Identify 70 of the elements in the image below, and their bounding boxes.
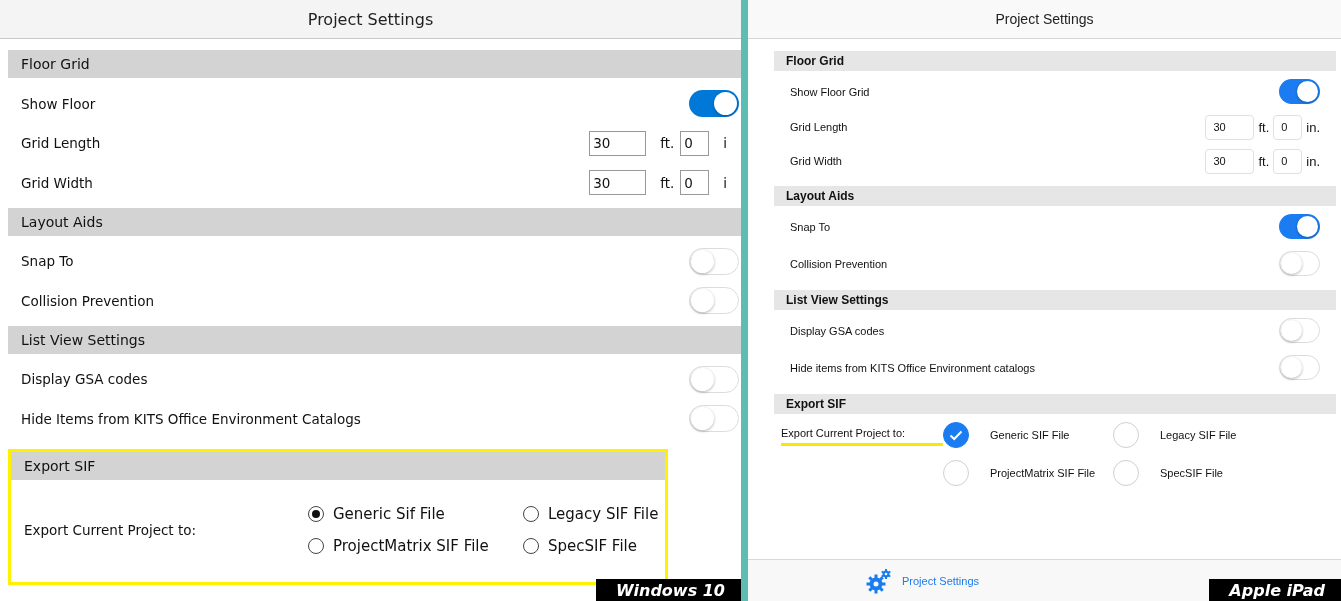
radio-option[interactable]: Legacy SIF File: [523, 505, 738, 523]
setting-label: Hide items from KITS Office Environment catalogs: [790, 361, 1035, 374]
toggle-switch[interactable]: [1279, 355, 1320, 380]
section-header: Layout Aids: [774, 186, 1336, 206]
unit-label: i: [723, 135, 727, 152]
unit-label: i: [723, 174, 727, 191]
setting-label: Grid Length: [790, 121, 848, 133]
unit-label: in.: [1306, 153, 1320, 169]
toggle-switch[interactable]: [1279, 251, 1320, 276]
setting-label: Display GSA codes: [790, 324, 885, 337]
inches-input-field[interactable]: 0: [680, 170, 710, 196]
section-header: List View Settings: [774, 290, 1336, 310]
section-header: Export SIF: [11, 451, 665, 480]
setting-label: Snap To: [790, 220, 831, 233]
toggle-switch[interactable]: [689, 287, 739, 315]
toggle-switch[interactable]: [689, 247, 739, 275]
inches-input-field[interactable]: 0: [680, 130, 710, 156]
setting-label: Show Floor: [21, 95, 96, 112]
section-header: Floor Grid: [8, 50, 741, 78]
caption-label: Apple iPad: [1209, 579, 1341, 601]
toggle-switch[interactable]: [689, 405, 739, 433]
radio-button[interactable]: [523, 506, 539, 522]
radio-option[interactable]: Legacy SIF File: [1113, 422, 1283, 448]
setting-label: Display GSA codes: [21, 371, 148, 388]
unit-label: ft.: [660, 135, 675, 152]
setting-label: Collision Prevention: [790, 257, 888, 270]
setting-label: Snap To: [21, 253, 74, 270]
setting-label: Grid Width: [790, 155, 842, 167]
radio-option[interactable]: Generic Sif File: [308, 505, 523, 523]
radio-option[interactable]: SpecSIF File: [1113, 460, 1283, 486]
radio-option[interactable]: ProjectMatrix SIF File: [943, 460, 1113, 486]
unit-label: ft.: [1258, 153, 1270, 169]
setting-label: Collision Prevention: [21, 292, 154, 309]
setting-label: Grid Length: [21, 135, 101, 152]
setting-label: Export Current Project to:: [781, 427, 943, 446]
title-bar: Project Settings: [0, 0, 741, 39]
radio-button[interactable]: [308, 538, 324, 554]
inches-input-field[interactable]: 0: [1273, 114, 1303, 140]
section-header: Export SIF: [774, 394, 1336, 414]
radio-option[interactable]: SpecSIF File: [523, 537, 738, 555]
radio-option[interactable]: Generic SIF File: [943, 422, 1113, 448]
inches-input-field[interactable]: 0: [1273, 148, 1303, 174]
unit-label: ft.: [1258, 119, 1270, 135]
toggle-switch[interactable]: [689, 90, 739, 118]
toggle-switch[interactable]: [1279, 214, 1320, 239]
unit-label: ft.: [660, 174, 675, 191]
setting-label: Show Floor Grid: [790, 85, 870, 98]
section-header: List View Settings: [8, 325, 741, 354]
title-bar: Project Settings: [748, 0, 1341, 39]
section-header: Floor Grid: [774, 51, 1336, 71]
setting-label: Export Current Project to:: [24, 522, 198, 538]
setting-label: Hide Items from KITS Office Environment Catalogs: [21, 410, 361, 427]
feet-input-field[interactable]: 30: [589, 170, 647, 196]
unit-label: in.: [1306, 119, 1320, 135]
setting-label: Grid Width: [21, 174, 93, 191]
toggle-switch[interactable]: [1279, 79, 1320, 104]
section-header: Layout Aids: [8, 207, 741, 236]
toggle-switch[interactable]: [689, 365, 739, 393]
feet-input-field[interactable]: 30: [1205, 114, 1255, 140]
radio-button[interactable]: [308, 506, 324, 522]
caption-label: Windows 10: [595, 579, 741, 601]
gears-icon: [866, 567, 892, 594]
radio-option[interactable]: ProjectMatrix SIF File: [308, 537, 523, 555]
check-icon: [949, 429, 963, 441]
toggle-switch[interactable]: [1279, 318, 1320, 343]
tab[interactable]: Project Settings: [866, 567, 980, 594]
radio-button[interactable]: [523, 538, 539, 554]
feet-input-field[interactable]: 30: [1205, 148, 1255, 174]
radio-button[interactable]: [943, 422, 969, 448]
feet-input-field[interactable]: 30: [589, 130, 647, 156]
